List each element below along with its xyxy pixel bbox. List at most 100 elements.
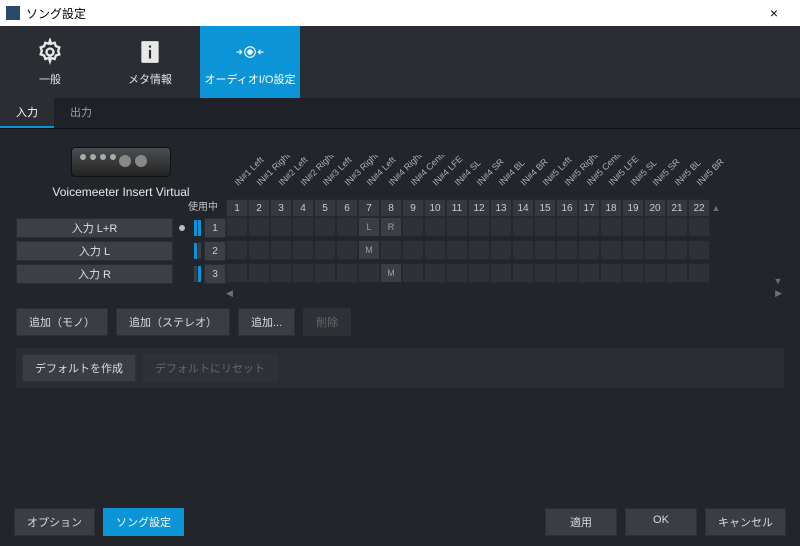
- routing-cell[interactable]: [490, 217, 512, 237]
- routing-cell[interactable]: [468, 263, 490, 283]
- routing-cell[interactable]: [534, 217, 556, 237]
- input-row[interactable]: 入力 L 2: [16, 240, 226, 262]
- routing-cell[interactable]: [644, 240, 666, 260]
- col-num: 18: [600, 199, 622, 217]
- routing-cell[interactable]: [446, 263, 468, 283]
- routing-cell[interactable]: [622, 240, 644, 260]
- routing-cell[interactable]: [402, 263, 424, 283]
- col-num: 13: [490, 199, 512, 217]
- routing-cell[interactable]: [270, 240, 292, 260]
- routing-cell[interactable]: [314, 217, 336, 237]
- routing-cell[interactable]: [644, 217, 666, 237]
- col-num: 17: [578, 199, 600, 217]
- routing-cell[interactable]: [666, 240, 688, 260]
- input-row[interactable]: 入力 L+R 1: [16, 217, 226, 239]
- routing-cell[interactable]: [534, 263, 556, 283]
- routing-cell[interactable]: [556, 240, 578, 260]
- routing-cell[interactable]: [424, 240, 446, 260]
- tab-input[interactable]: 入力: [0, 98, 54, 128]
- input-row[interactable]: 入力 R 3: [16, 263, 226, 285]
- routing-cell[interactable]: [248, 263, 270, 283]
- options-button[interactable]: オプション: [14, 508, 95, 536]
- routing-cell[interactable]: [270, 263, 292, 283]
- routing-cell[interactable]: [468, 217, 490, 237]
- routing-cell[interactable]: [226, 240, 248, 260]
- nav-meta[interactable]: メタ情報: [100, 26, 200, 98]
- routing-cell[interactable]: [666, 217, 688, 237]
- col-label: IN#4 LFE: [431, 181, 449, 199]
- routing-cell[interactable]: [358, 263, 380, 283]
- routing-cell[interactable]: [424, 263, 446, 283]
- routing-cell[interactable]: [644, 263, 666, 283]
- routing-cell[interactable]: [226, 263, 248, 283]
- routing-cell[interactable]: R: [380, 217, 402, 237]
- routing-cell[interactable]: [226, 217, 248, 237]
- routing-cell[interactable]: [578, 263, 600, 283]
- routing-cell[interactable]: [556, 217, 578, 237]
- grid: 入力 L+R 1入力 L 2入力 R 3 LRMM ▼: [16, 217, 784, 286]
- routing-cell[interactable]: [688, 217, 710, 237]
- nav-audio-io[interactable]: オーディオI/O設定: [200, 26, 300, 98]
- routing-cell[interactable]: [314, 240, 336, 260]
- row-num: 3: [204, 264, 226, 284]
- routing-cell[interactable]: [512, 240, 534, 260]
- routing-cell[interactable]: L: [358, 217, 380, 237]
- routing-cell[interactable]: [512, 263, 534, 283]
- close-button[interactable]: ×: [754, 5, 794, 21]
- routing-cell[interactable]: [424, 217, 446, 237]
- make-default-button[interactable]: デフォルトを作成: [22, 354, 136, 382]
- routing-cell[interactable]: [622, 263, 644, 283]
- row-meter: [191, 266, 204, 282]
- routing-cell[interactable]: [270, 217, 292, 237]
- routing-cell[interactable]: [490, 240, 512, 260]
- routing-cell[interactable]: [380, 240, 402, 260]
- routing-cell[interactable]: [402, 217, 424, 237]
- col-label: IN#4 SL: [453, 181, 471, 199]
- scroll-up-arrow[interactable]: ▲: [710, 199, 722, 217]
- routing-cell[interactable]: [666, 263, 688, 283]
- row-cells: LR: [226, 217, 772, 239]
- routing-cell[interactable]: [336, 217, 358, 237]
- app-icon: [6, 6, 20, 20]
- routing-cell[interactable]: [336, 240, 358, 260]
- add-stereo-button[interactable]: 追加（ステレオ）: [116, 308, 230, 336]
- routing-cell[interactable]: [600, 240, 622, 260]
- routing-cell[interactable]: [314, 263, 336, 283]
- delete-button: 削除: [303, 308, 351, 336]
- tab-output[interactable]: 出力: [54, 98, 108, 128]
- routing-cell[interactable]: [446, 217, 468, 237]
- routing-cell[interactable]: [292, 217, 314, 237]
- routing-cell[interactable]: [336, 263, 358, 283]
- ok-button[interactable]: OK: [625, 508, 697, 536]
- routing-cell[interactable]: [600, 263, 622, 283]
- add-button[interactable]: 追加...: [238, 308, 295, 336]
- routing-cell[interactable]: [446, 240, 468, 260]
- routing-cell[interactable]: [578, 217, 600, 237]
- scroll-down-arrow[interactable]: ▼: [772, 276, 784, 286]
- nav-meta-label: メタ情報: [128, 71, 172, 87]
- routing-cell[interactable]: [534, 240, 556, 260]
- routing-cell[interactable]: [512, 217, 534, 237]
- routing-cell[interactable]: M: [358, 240, 380, 260]
- routing-cell[interactable]: [556, 263, 578, 283]
- routing-cell[interactable]: [688, 263, 710, 283]
- cancel-button[interactable]: キャンセル: [705, 508, 786, 536]
- scroll-right[interactable]: ▶: [775, 288, 782, 299]
- nav-general[interactable]: 一般: [0, 26, 100, 98]
- apply-button[interactable]: 適用: [545, 508, 617, 536]
- routing-cell[interactable]: [600, 217, 622, 237]
- routing-cell[interactable]: [402, 240, 424, 260]
- add-mono-button[interactable]: 追加（モノ）: [16, 308, 108, 336]
- routing-cell[interactable]: [292, 263, 314, 283]
- routing-cell[interactable]: [468, 240, 490, 260]
- routing-cell[interactable]: [248, 240, 270, 260]
- song-settings-button[interactable]: ソング設定: [103, 508, 184, 536]
- routing-cell[interactable]: M: [380, 263, 402, 283]
- routing-cell[interactable]: [490, 263, 512, 283]
- routing-cell[interactable]: [688, 240, 710, 260]
- routing-cell[interactable]: [248, 217, 270, 237]
- routing-cell[interactable]: [292, 240, 314, 260]
- routing-cell[interactable]: [622, 217, 644, 237]
- routing-cell[interactable]: [578, 240, 600, 260]
- scroll-left[interactable]: ◀: [226, 288, 233, 299]
